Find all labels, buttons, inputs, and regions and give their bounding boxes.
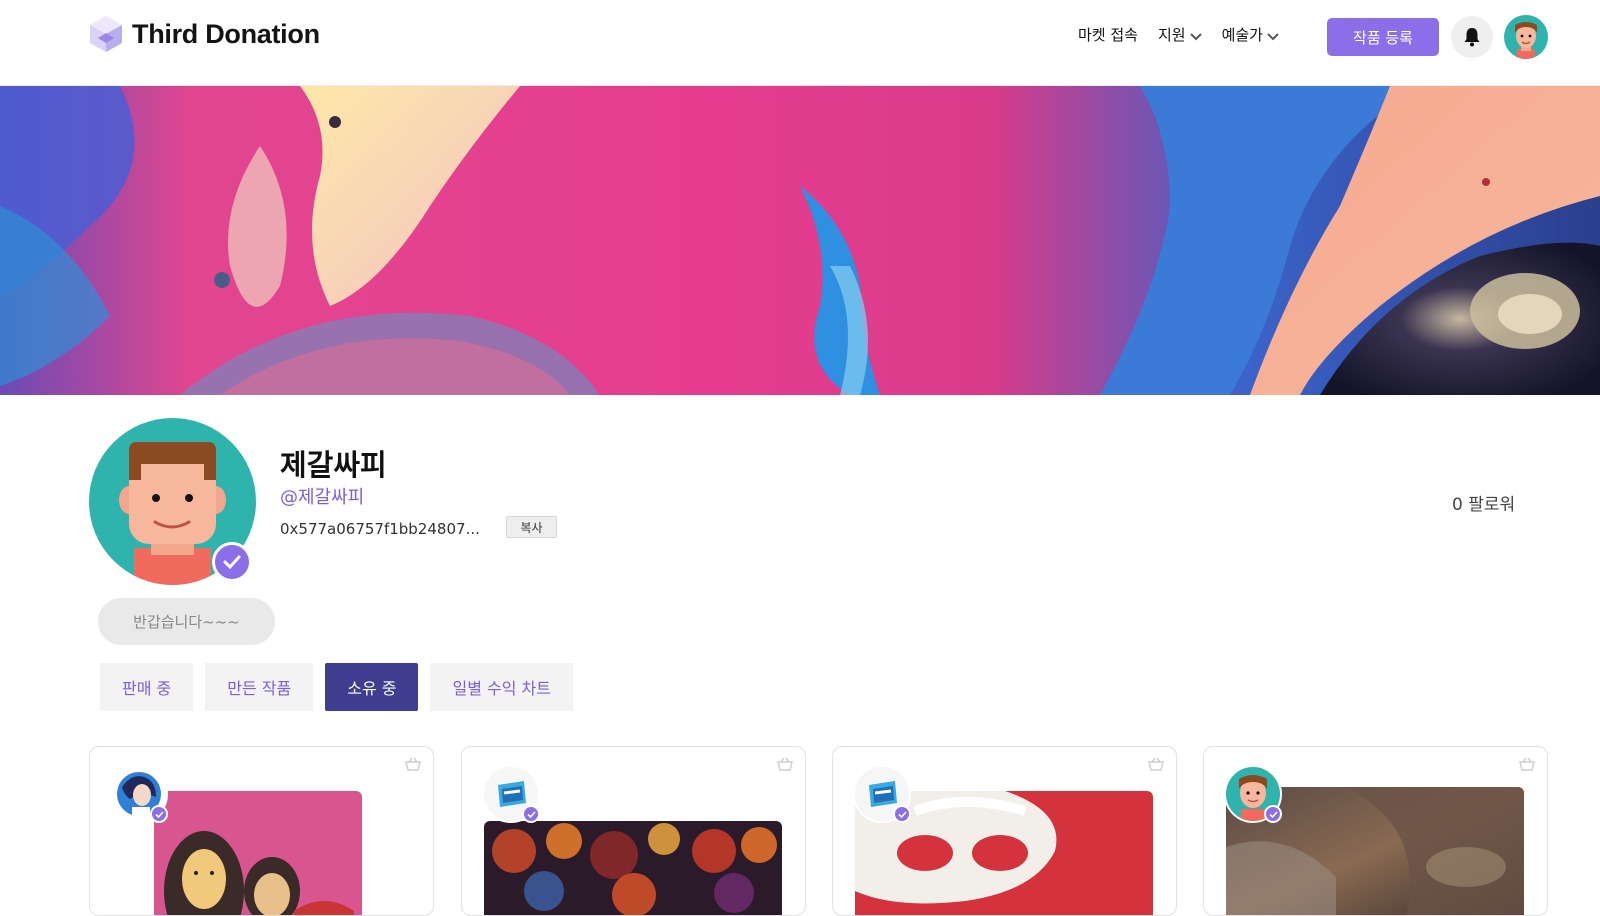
nav-artists-label: 예술가 [1221,26,1263,44]
basket-icon[interactable] [405,757,421,771]
copy-address-button[interactable]: 복사 [506,516,557,538]
notification-button[interactable] [1451,16,1493,58]
profile-tabs: 판매 중 만든 작품 소유 중 일별 수익 차트 [100,663,573,711]
tab-owned[interactable]: 소유 중 [325,663,419,711]
top-navbar: Third Donation 마켓 접속 지원 예술가 작품 등록 [0,0,1600,86]
register-artwork-button[interactable]: 작품 등록 [1327,18,1439,56]
nft-card[interactable] [832,746,1177,916]
nav-market-label: 마켓 접속 [1078,26,1138,44]
user-avatar-icon[interactable] [1504,15,1548,59]
chevron-down-icon [1267,32,1279,40]
follower-count[interactable]: 0 팔로워 [1452,490,1515,515]
verified-badge-icon [212,542,252,582]
nft-card[interactable] [461,746,806,916]
cube-logo-icon [90,16,122,52]
nft-card[interactable] [89,746,434,916]
nft-card[interactable] [1203,746,1548,916]
verified-badge-icon [522,805,540,823]
verified-badge-icon [893,805,911,823]
basket-icon[interactable] [1148,757,1164,771]
artwork-image[interactable] [154,791,362,915]
brand-name: Third Donation [132,18,320,49]
nav-support-label: 지원 [1157,26,1186,44]
brand-logo[interactable]: Third Donation [88,14,320,54]
nav-artists[interactable]: 예술가 [1222,24,1279,45]
tab-on-sale[interactable]: 판매 중 [100,663,194,711]
profile-banner-image [0,86,1600,395]
basket-icon[interactable] [1519,757,1535,771]
verified-badge-icon [1264,805,1282,823]
tab-created[interactable]: 만든 작품 [205,663,314,711]
wallet-address: 0x577a06757f1bb24807... [280,520,480,538]
verified-badge-icon [150,805,168,823]
basket-icon[interactable] [777,757,793,771]
tab-daily-revenue-chart[interactable]: 일별 수익 차트 [430,663,573,711]
profile-name: 제갈싸피 [280,448,387,482]
profile-handle: @제갈싸피 [280,487,365,508]
nav-support[interactable]: 지원 [1158,24,1202,45]
chevron-down-icon [1189,32,1202,40]
main-nav: 마켓 접속 지원 예술가 [1078,24,1279,45]
artwork-image[interactable] [484,821,782,915]
bell-icon [1464,28,1480,47]
profile-bio: 반갑습니다~~~ [98,598,275,645]
nav-market[interactable]: 마켓 접속 [1078,24,1138,45]
